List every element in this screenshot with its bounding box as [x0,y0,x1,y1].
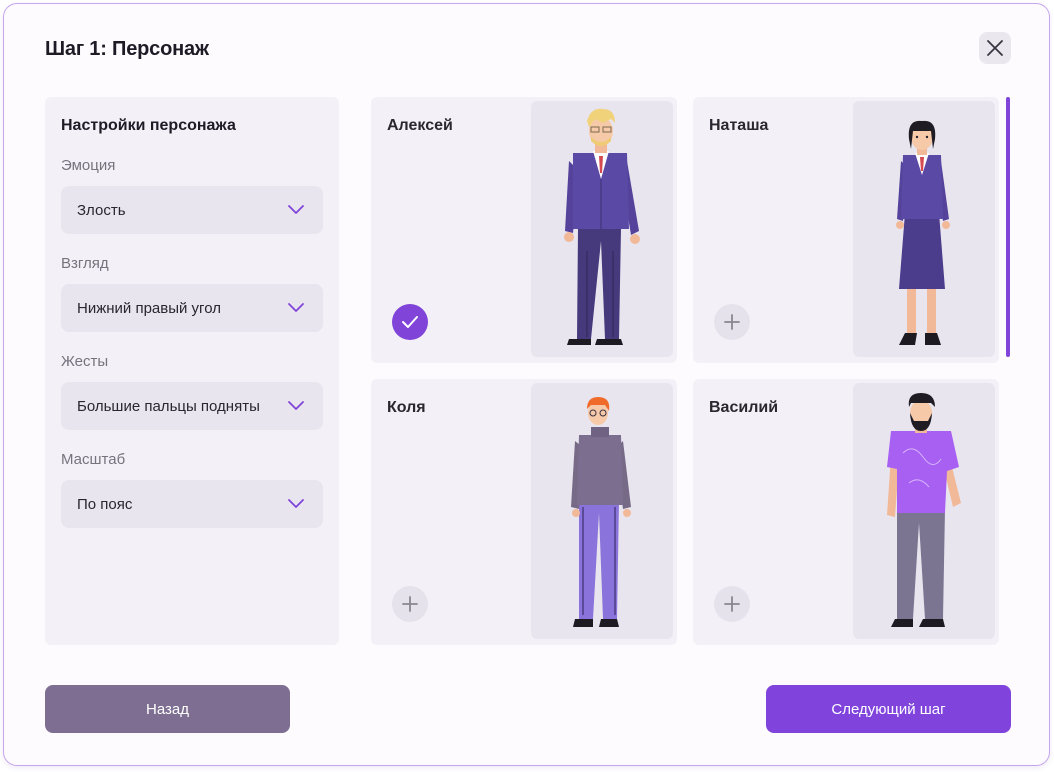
character-card-kolya[interactable]: Коля [371,379,677,645]
gaze-select[interactable]: Нижний правый угол [61,284,323,332]
character-illustration [853,383,995,639]
back-button[interactable]: Назад [45,685,290,733]
character-illustration [531,101,673,357]
character-name: Василий [709,399,779,416]
close-icon [987,40,1003,56]
gestures-value: Большие пальцы подняты [77,397,260,415]
check-icon [402,316,418,328]
scale-value: По пояс [77,495,133,513]
next-step-button[interactable]: Следующий шаг [766,685,1011,733]
plus-icon [724,314,740,330]
scale-label: Масштаб [61,451,126,468]
emotion-label: Эмоция [61,157,116,174]
character-name: Коля [387,399,426,416]
character-step-dialog: Шаг 1: Персонаж Настройки персонажа Эмоц… [3,3,1050,766]
gestures-select[interactable]: Большие пальцы подняты [61,382,323,430]
gaze-value: Нижний правый угол [77,299,221,317]
emotion-value: Злость [77,201,126,219]
character-name: Наташа [709,117,769,134]
gestures-label: Жесты [61,353,109,370]
plus-icon [402,596,418,612]
dialog-title: Шаг 1: Персонаж [45,38,209,60]
chevron-down-icon [288,401,304,410]
character-settings-panel: Настройки персонажа Эмоция Злость Взгляд… [45,97,339,645]
character-select-toggle[interactable] [714,586,750,622]
character-select-toggle[interactable] [392,304,428,340]
character-select-toggle[interactable] [714,304,750,340]
character-select-toggle[interactable] [392,586,428,622]
character-illustration [853,101,995,357]
character-name: Алексей [387,117,453,134]
close-button[interactable] [979,32,1011,64]
gaze-label: Взгляд [61,255,109,272]
character-illustration [531,383,673,639]
chevron-down-icon [288,499,304,508]
chevron-down-icon [288,303,304,312]
scrollbar[interactable] [1006,97,1010,357]
character-card-vasiliy[interactable]: Василий [693,379,999,645]
emotion-select[interactable]: Злость [61,186,323,234]
character-card-natasha[interactable]: Наташа [693,97,999,363]
scale-select[interactable]: По пояс [61,480,323,528]
chevron-down-icon [288,205,304,214]
settings-title: Настройки персонажа [61,117,236,134]
plus-icon [724,596,740,612]
character-card-aleksey[interactable]: Алексей [371,97,677,363]
